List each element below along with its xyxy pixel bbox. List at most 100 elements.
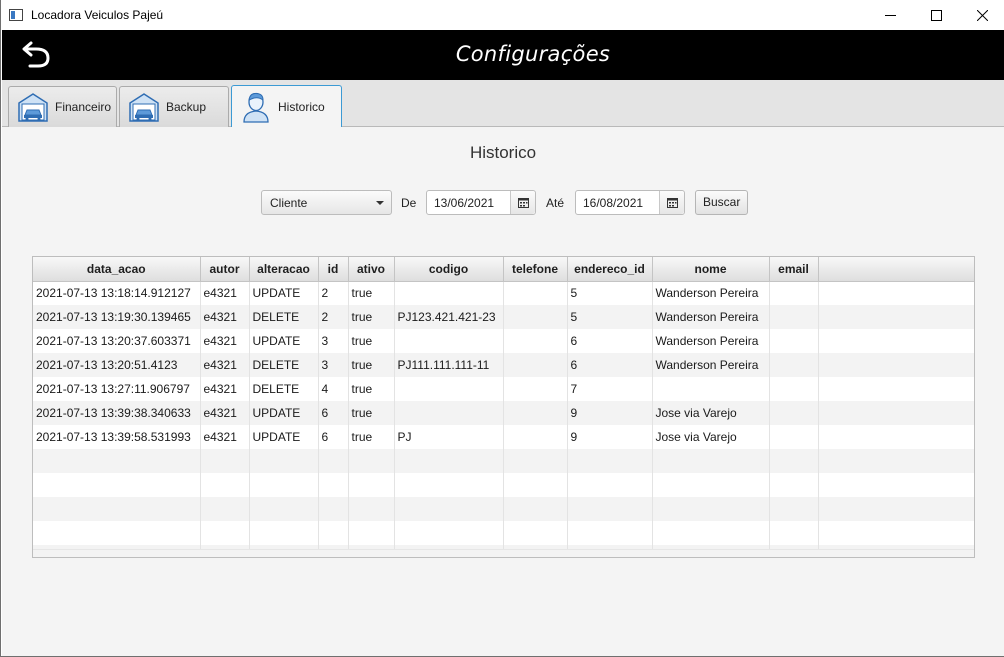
table-cell-alteracao: UPDATE	[249, 329, 319, 353]
table-cell-alteracao: DELETE	[249, 377, 319, 401]
search-button[interactable]: Buscar	[695, 190, 749, 215]
table-cell-autor: e4321	[200, 305, 250, 329]
table-cell-codigo	[394, 377, 504, 401]
table-cell-codigo	[394, 281, 504, 305]
tab-historico[interactable]: Historico	[231, 85, 342, 128]
table-cell-endereco_id: 6	[567, 353, 653, 377]
table-cell-autor: e4321	[200, 377, 250, 401]
table-cell-telefone	[503, 377, 568, 401]
table-header-row: data_acao autor alteracao id ativo codig…	[33, 257, 974, 282]
table-cell-empty	[503, 497, 568, 521]
from-date-value[interactable]: 13/06/2021	[434, 196, 494, 210]
window-controls	[867, 0, 1004, 30]
window-app-icon	[9, 9, 23, 21]
tab-financeiro[interactable]: Financeiro	[8, 86, 117, 127]
table-cell-nome	[652, 377, 770, 401]
table-cell-autor: e4321	[200, 353, 250, 377]
table-cell-telefone	[503, 329, 568, 353]
table-cell-endereco_id: 6	[567, 329, 653, 353]
table-cell-empty	[249, 473, 319, 497]
table-cell-codigo	[394, 401, 504, 425]
table-cell-data_acao: 2021-07-13 13:19:30.139465	[33, 305, 201, 329]
table-cell-empty	[33, 449, 201, 473]
table-cell-empty	[503, 449, 568, 473]
table-row[interactable]: 2021-07-13 13:19:30.139465 e4321 DELETE 2 tr…	[33, 305, 974, 329]
column-header[interactable]: id	[318, 257, 349, 282]
table-cell-codigo: PJ111.111.111-11	[394, 353, 504, 377]
column-header[interactable]: nome	[652, 257, 770, 282]
table-cell-empty	[652, 449, 770, 473]
table-cell-empty	[652, 473, 770, 497]
table-cell-empty	[769, 449, 819, 473]
table-cell-id: 3	[318, 329, 349, 353]
table-cell-nome: Wanderson Pereira	[652, 353, 770, 377]
table-cell-data_acao: 2021-07-13 13:27:11.906797	[33, 377, 201, 401]
to-label: Até	[546, 196, 565, 210]
table-cell-empty	[200, 521, 250, 545]
table-cell-empty	[318, 497, 349, 521]
column-header[interactable]: autor	[200, 257, 250, 282]
column-header[interactable]: endereco_id	[567, 257, 653, 282]
table-cell-data_acao: 2021-07-13 13:39:58.531993	[33, 425, 201, 449]
table-cell-alteracao: DELETE	[249, 305, 319, 329]
table-cell-empty	[394, 473, 504, 497]
page-title-text: Configurações	[455, 42, 611, 66]
table-cell-nome: Jose via Varejo	[652, 401, 770, 425]
table-cell-empty	[818, 329, 974, 353]
entity-select-value: Cliente	[270, 196, 308, 210]
tab-backup[interactable]: Backup	[119, 86, 229, 127]
from-date-picker[interactable]: 13/06/2021	[426, 190, 536, 215]
table-row[interactable]: 2021-07-13 13:39:38.340633 e4321 UPDATE 6 tr…	[33, 401, 974, 425]
chevron-down-icon	[376, 201, 384, 205]
maximize-button[interactable]	[913, 0, 959, 30]
table-cell-email	[769, 353, 819, 377]
table-cell-data_acao: 2021-07-13 13:20:37.603371	[33, 329, 201, 353]
table-cell-data_acao: 2021-07-13 13:18:14.912127	[33, 281, 201, 305]
to-date-picker[interactable]: 16/08/2021	[575, 190, 685, 215]
column-header[interactable]: codigo	[394, 257, 504, 282]
table-cell-empty	[200, 497, 250, 521]
table-cell-autor: e4321	[200, 281, 250, 305]
table-cell-empty	[652, 521, 770, 545]
table-cell-empty	[818, 497, 974, 521]
to-date-value[interactable]: 16/08/2021	[583, 196, 643, 210]
table-cell-endereco_id: 9	[567, 425, 653, 449]
table-cell-ativo: true	[348, 425, 395, 449]
close-button[interactable]	[959, 0, 1004, 30]
table-row[interactable]: 2021-07-13 13:39:58.531993 e4321 UPDATE 6 tr…	[33, 425, 974, 449]
table-cell-codigo: PJ123.421.421-23	[394, 305, 504, 329]
table-cell-alteracao: UPDATE	[249, 425, 319, 449]
table-row[interactable]: 2021-07-13 13:20:51.4123 e4321 DELETE 3 true…	[33, 353, 974, 377]
from-calendar-button[interactable]	[510, 191, 535, 214]
section-title: Historico	[469, 143, 537, 162]
column-header[interactable]: email	[769, 257, 819, 282]
to-calendar-button[interactable]	[659, 191, 684, 214]
table-cell-ativo: true	[348, 305, 395, 329]
column-header[interactable]: alteracao	[249, 257, 319, 282]
minimize-button[interactable]	[867, 0, 913, 30]
table-row[interactable]: 2021-07-13 13:20:37.603371 e4321 UPDATE 3 tr…	[33, 329, 974, 353]
column-header[interactable]: ativo	[348, 257, 395, 282]
table-cell-alteracao: UPDATE	[249, 281, 319, 305]
table-cell-endereco_id: 9	[567, 401, 653, 425]
tab-label: Historico	[278, 100, 325, 114]
table-cell-empty	[769, 497, 819, 521]
table-cell-id: 6	[318, 401, 349, 425]
table-cell-empty	[200, 449, 250, 473]
from-label: De	[401, 196, 417, 210]
table-cell-ativo: true	[348, 329, 395, 353]
column-header[interactable]: telefone	[503, 257, 568, 282]
entity-select[interactable]: Cliente	[261, 190, 392, 215]
table-cell-data_acao: 2021-07-13 13:39:38.340633	[33, 401, 201, 425]
table-cell-telefone	[503, 353, 568, 377]
tab-label: Backup	[166, 100, 207, 114]
table-row[interactable]: 2021-07-13 13:27:11.906797 e4321 DELETE 4 tr…	[33, 377, 974, 401]
table-cell-nome: Wanderson Pereira	[652, 329, 770, 353]
table-cell-empty	[394, 449, 504, 473]
garage-car-icon	[129, 93, 159, 122]
table-row[interactable]: 2021-07-13 13:18:14.912127 e4321 UPDATE 2 tr…	[33, 281, 974, 305]
table-cell-empty	[769, 521, 819, 545]
column-header[interactable]: data_acao	[33, 257, 201, 282]
table-cell-empty	[348, 449, 395, 473]
tab-strip: Financeiro Backup Historico	[2, 80, 1004, 128]
